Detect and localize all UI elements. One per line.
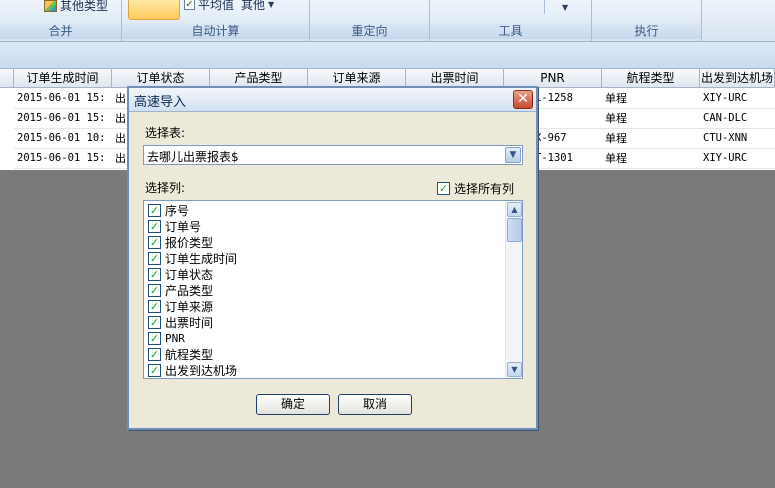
list-item[interactable]: ✓ 出票时间 xyxy=(148,314,213,330)
cancel-button[interactable]: 取消 xyxy=(338,394,412,415)
column-header[interactable]: 航程类型 xyxy=(602,69,700,88)
table-cell[interactable]: 2015-06-01 10: xyxy=(14,129,112,149)
select-all-checkbox[interactable]: ✓ 选择所有列 xyxy=(436,180,514,197)
row-header-corner xyxy=(0,69,14,88)
list-item[interactable]: ✓ 报价类型 xyxy=(148,234,213,250)
table-cell[interactable]: XIY-URC xyxy=(700,89,775,109)
list-item-label: 出发到达机场 xyxy=(165,363,238,378)
list-item-label: 订单状态 xyxy=(165,267,214,282)
table-cell[interactable]: 2015-06-01 15: xyxy=(14,149,112,169)
checkbox-icon[interactable]: ✓ xyxy=(148,219,161,233)
list-item[interactable]: ✓ 航程类型 xyxy=(148,346,213,362)
table-cell[interactable] xyxy=(532,109,602,129)
column-list: ✓ 序号 ✓ 订单号 ✓ 报价类型 ✓ 订单生成时间 ✓ 订单状态 ✓ 产品类型 ✓ 订单来源… xyxy=(143,200,523,379)
checkbox-icon[interactable]: ✓ xyxy=(148,315,161,329)
tools-dropdown-icon[interactable]: ▼ xyxy=(562,3,568,12)
other-label: 其他 xyxy=(241,0,266,12)
ok-button[interactable]: 确定 xyxy=(256,394,330,415)
table-cell[interactable]: CTU-XNN xyxy=(700,129,775,149)
table-cell[interactable]: 2015-06-01 15: xyxy=(14,89,112,109)
scroll-down-icon[interactable]: ▼ xyxy=(507,362,522,377)
dialog-titlebar[interactable]: 高速导入 ✕ xyxy=(129,88,536,112)
table-select-value: 去哪儿出票报表$ xyxy=(147,150,239,164)
table-cell[interactable]: XIY-URC xyxy=(700,149,775,169)
ribbon-group-tools: ▼ 工具 xyxy=(430,0,592,41)
select-all-label: 选择所有列 xyxy=(453,182,514,196)
list-item[interactable]: ✓ PNR xyxy=(148,330,185,346)
average-label: 平均值 xyxy=(198,0,235,12)
ribbon: 其他类型 合并 ✓ 平均值 其他 ▼ 自动计算 重定向 ▼ 工具 执行 xyxy=(0,0,775,42)
select-columns-label: 选择列: xyxy=(145,181,186,195)
checkbox-icon[interactable]: ✓ xyxy=(148,203,161,217)
table-cell[interactable]: 单程 xyxy=(602,89,700,109)
table-cell[interactable]: 单程 xyxy=(602,109,700,129)
list-item-label: 产品类型 xyxy=(165,283,214,298)
table-cell[interactable]: 单程 xyxy=(602,129,700,149)
group-label-execute: 执行 xyxy=(592,23,701,39)
checkbox-icon[interactable]: ✓ xyxy=(148,363,161,377)
table-cell[interactable]: T-1301 xyxy=(532,149,602,169)
column-header[interactable]: 出发到达机场 xyxy=(700,69,775,88)
close-icon: ✕ xyxy=(517,91,529,107)
ribbon-group-execute: 执行 xyxy=(592,0,702,41)
average-checkbox[interactable]: ✓ 平均值 其他 ▼ xyxy=(184,0,274,13)
group-label-tools: 工具 xyxy=(430,23,591,39)
group-label-redirect: 重定向 xyxy=(310,23,429,39)
ribbon-group-merge: 其他类型 合并 xyxy=(0,0,122,41)
orange-tile-button[interactable] xyxy=(128,0,180,20)
list-item-label: 订单号 xyxy=(165,219,202,234)
group-label-merge: 合并 xyxy=(0,23,121,39)
fast-import-dialog: 高速导入 ✕ 选择表: 去哪儿出票报表$ ▼ 选择列: ✓ 选择所有列 ✓ 序号 … xyxy=(127,86,538,430)
list-item[interactable]: ✓ 出发到达机场 xyxy=(148,362,237,378)
vertical-scrollbar[interactable]: ▲ ▼ xyxy=(505,201,522,378)
list-item-label: 订单生成时间 xyxy=(165,251,238,266)
ribbon-group-redirect: 重定向 xyxy=(310,0,430,41)
checkbox-icon[interactable]: ✓ xyxy=(148,235,161,249)
other-type-button[interactable]: 其他类型 xyxy=(44,0,108,14)
cube-icon xyxy=(44,0,57,12)
other-type-label: 其他类型 xyxy=(60,0,109,13)
scroll-thumb[interactable] xyxy=(507,218,522,242)
table-cell[interactable]: X-967 xyxy=(532,129,602,149)
close-button[interactable]: ✕ xyxy=(513,90,533,109)
table-cell[interactable]: 2015-06-01 15: xyxy=(14,109,112,129)
list-item-label: 出票时间 xyxy=(165,315,214,330)
select-table-label: 选择表: xyxy=(145,126,186,140)
ribbon-group-autocalc: ✓ 平均值 其他 ▼ 自动计算 xyxy=(122,0,310,41)
group-label-autocalc: 自动计算 xyxy=(122,23,309,39)
checkbox-icon[interactable]: ✓ xyxy=(148,283,161,297)
list-item-label: 航程类型 xyxy=(165,347,214,362)
scroll-up-icon[interactable]: ▲ xyxy=(507,202,522,217)
list-item[interactable]: ✓ 订单号 xyxy=(148,218,201,234)
list-item[interactable]: ✓ 序号 xyxy=(148,202,189,218)
table-cell[interactable]: CAN-DLC xyxy=(700,109,775,129)
list-item-label: PNR xyxy=(165,331,185,345)
checkbox-icon[interactable]: ✓ xyxy=(148,251,161,265)
column-header[interactable]: 订单生成时间 xyxy=(14,69,112,88)
checkbox-icon: ✓ xyxy=(184,0,195,10)
dropdown-arrow-icon: ▼ xyxy=(268,0,275,9)
list-item-label: 报价类型 xyxy=(165,235,214,250)
list-item[interactable]: ✓ 订单生成时间 xyxy=(148,250,237,266)
checkbox-icon[interactable]: ✓ xyxy=(436,182,450,195)
chevron-down-icon[interactable]: ▼ xyxy=(505,147,521,163)
checkbox-icon[interactable]: ✓ xyxy=(148,299,161,313)
divider xyxy=(544,0,545,14)
list-item[interactable]: ✓ 产品类型 xyxy=(148,282,213,298)
checkbox-icon[interactable]: ✓ xyxy=(148,347,161,361)
list-item[interactable]: ✓ 订单状态 xyxy=(148,266,213,282)
list-item-label: 序号 xyxy=(165,203,190,218)
table-cell[interactable]: 单程 xyxy=(602,149,700,169)
list-item-label: 订单来源 xyxy=(165,299,214,314)
checkbox-icon[interactable]: ✓ xyxy=(148,331,161,345)
table-select[interactable]: 去哪儿出票报表$ ▼ xyxy=(143,145,523,165)
checkbox-icon[interactable]: ✓ xyxy=(148,267,161,281)
dialog-title: 高速导入 xyxy=(134,95,187,110)
table-cell[interactable]: 1-1258 xyxy=(532,89,602,109)
list-item[interactable]: ✓ 订单来源 xyxy=(148,298,213,314)
toolbar-strip xyxy=(0,42,775,69)
